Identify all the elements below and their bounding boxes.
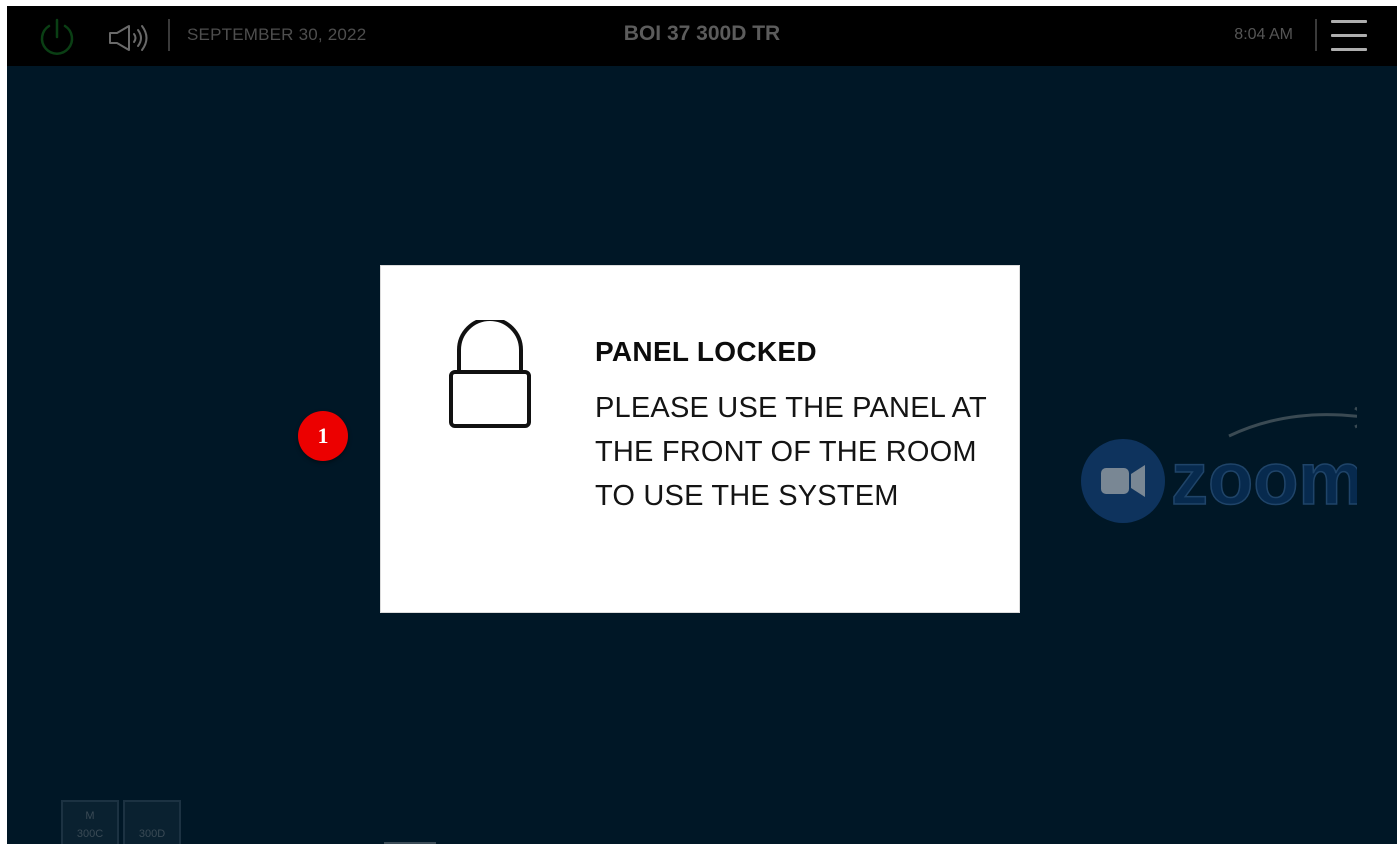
arrow-icon <box>1228 413 1357 438</box>
source-button-label <box>125 810 179 822</box>
source-button-sublabel: 300C <box>76 828 104 840</box>
room-title: BOI 37 300D TR <box>623 22 781 45</box>
padlock-icon <box>449 320 531 428</box>
dialog-message: PLEASE USE THE PANEL AT THE FRONT OF THE… <box>595 392 987 512</box>
hamburger-menu-icon[interactable] <box>1331 20 1367 52</box>
topbar-divider <box>1315 19 1317 51</box>
time-label: 8:04 AM <box>1234 26 1293 43</box>
annotation-marker: 1 <box>298 411 348 461</box>
top-bar: SEPTEMBER 30, 2022 BOI 37 300D TR 8:04 A… <box>7 6 1397 66</box>
zoom-logo: zoom <box>1081 406 1357 523</box>
svg-text:zoom: zoom <box>1171 437 1357 520</box>
source-button-300c[interactable]: M 300C <box>61 800 119 844</box>
source-button-sublabel: 300D <box>138 828 166 840</box>
source-button-300d[interactable]: 300D <box>123 800 181 844</box>
panel-locked-dialog: PANEL LOCKED PLEASE USE THE PANEL AT THE… <box>381 266 1019 612</box>
source-button-label: M <box>85 810 95 822</box>
dialog-title: PANEL LOCKED <box>595 336 817 367</box>
touch-panel-screen: SEPTEMBER 30, 2022 BOI 37 300D TR 8:04 A… <box>7 6 1397 844</box>
page-indicator <box>384 842 436 844</box>
